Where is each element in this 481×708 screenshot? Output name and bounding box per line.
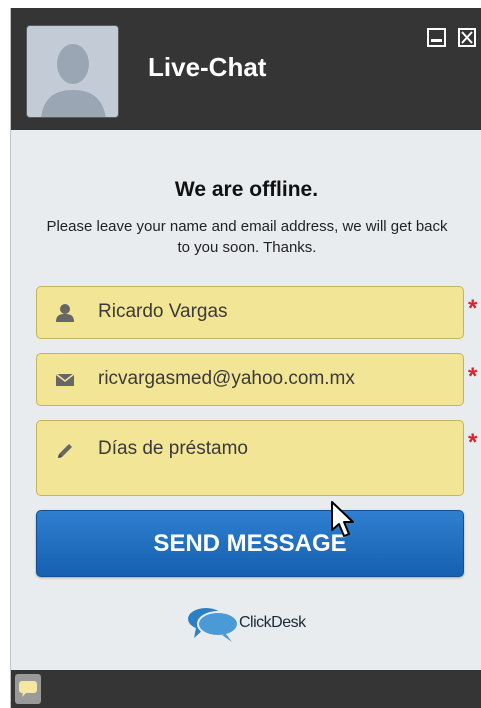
name-field[interactable]: Ricardo Vargas <box>36 286 464 339</box>
close-icon <box>461 31 473 44</box>
minimize-button[interactable] <box>427 28 446 47</box>
chat-bubble-icon <box>19 681 37 697</box>
chat-footer <box>11 670 481 708</box>
required-mark: * <box>468 295 478 322</box>
agent-avatar <box>26 25 119 118</box>
clickdesk-logo-icon <box>188 608 239 642</box>
required-mark: * <box>468 429 478 456</box>
required-mark: * <box>468 363 478 390</box>
name-value: Ricardo Vargas <box>98 301 228 322</box>
message-field[interactable]: Días de préstamo <box>36 420 464 496</box>
chat-header: Live-Chat <box>11 8 481 130</box>
chat-toggle-button[interactable] <box>15 674 41 704</box>
message-value: Días de préstamo <box>98 438 248 459</box>
email-value: ricvargasmed@yahoo.com.mx <box>98 368 355 389</box>
chat-widget: Live-Chat We are offline. Please leave y… <box>10 8 481 708</box>
mouse-cursor-icon <box>331 501 354 537</box>
offline-message: Please leave your name and email address… <box>46 218 448 256</box>
offline-heading: We are offline. <box>174 178 319 201</box>
chat-title: Live-Chat <box>148 52 267 82</box>
close-button[interactable] <box>458 28 476 47</box>
pencil-icon <box>58 444 72 458</box>
send-message-button[interactable]: SEND MESSAGE <box>36 510 464 577</box>
clickdesk-branding[interactable]: ClickDesk <box>186 604 346 644</box>
person-silhouette-icon <box>27 26 118 117</box>
clickdesk-text: ClickDesk <box>239 614 306 631</box>
user-icon <box>56 304 74 322</box>
email-field[interactable]: ricvargasmed@yahoo.com.mx <box>36 353 464 406</box>
envelope-icon <box>55 373 75 386</box>
